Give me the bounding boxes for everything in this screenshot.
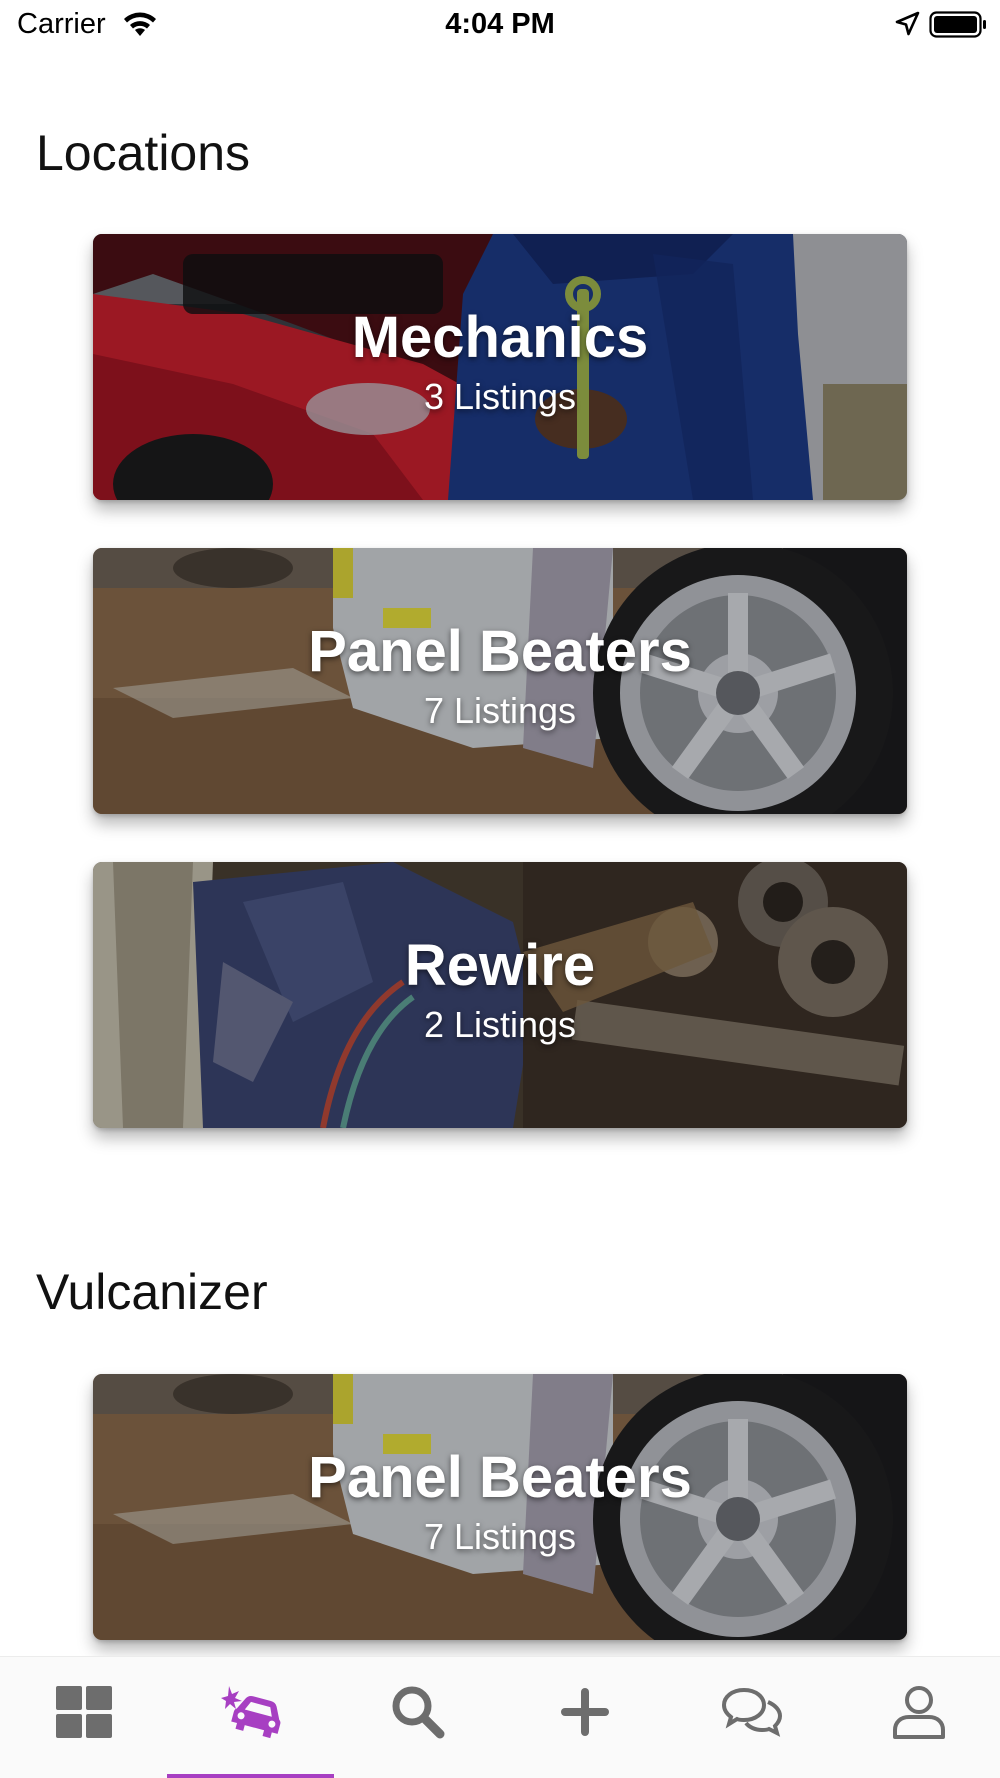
grid-icon xyxy=(55,1686,112,1738)
user-icon xyxy=(892,1686,945,1739)
category-card-rewire[interactable]: Rewire 2 Listings xyxy=(93,862,907,1128)
status-bar: Carrier 4:04 PM xyxy=(0,0,1000,50)
section-title-vulcanizer: Vulcanizer xyxy=(36,1264,268,1320)
tab-add[interactable] xyxy=(501,1657,668,1778)
tab-categories[interactable] xyxy=(167,1657,334,1778)
battery-icon xyxy=(929,11,986,38)
plus-icon xyxy=(560,1688,609,1736)
category-card-mechanics[interactable]: Mechanics 3 Listings xyxy=(93,234,907,500)
card-title: Panel Beaters xyxy=(308,1445,692,1510)
tab-profile[interactable] xyxy=(835,1657,1000,1778)
search-icon xyxy=(392,1686,444,1739)
category-card-panel-beaters[interactable]: Panel Beaters 7 Listings xyxy=(93,548,907,814)
card-title: Panel Beaters xyxy=(308,619,692,684)
tab-bar xyxy=(0,1656,1000,1778)
active-tab-indicator xyxy=(167,1774,334,1778)
tab-messages[interactable] xyxy=(668,1657,835,1778)
tab-search[interactable] xyxy=(334,1657,501,1778)
card-title: Mechanics xyxy=(351,305,649,370)
card-listing-count: 7 Listings xyxy=(423,690,577,731)
category-card-panel-beaters[interactable]: Panel Beaters 7 Listings xyxy=(93,1374,907,1640)
clock-label: 4:04 PM xyxy=(445,8,555,40)
card-listing-count: 2 Listings xyxy=(423,1004,577,1045)
tab-dashboard[interactable] xyxy=(0,1657,167,1778)
location-arrow-icon xyxy=(895,11,920,36)
section-title-locations: Locations xyxy=(36,125,251,181)
card-listing-count: 3 Listings xyxy=(423,376,577,417)
screen: Carrier 4:04 PM Locations Mechanics 3 Li… xyxy=(0,0,1000,1778)
chat-bubbles-icon xyxy=(721,1687,782,1737)
card-listing-count: 7 Listings xyxy=(423,1516,577,1557)
card-title: Rewire xyxy=(404,933,596,998)
car-crash-icon xyxy=(220,1686,280,1739)
